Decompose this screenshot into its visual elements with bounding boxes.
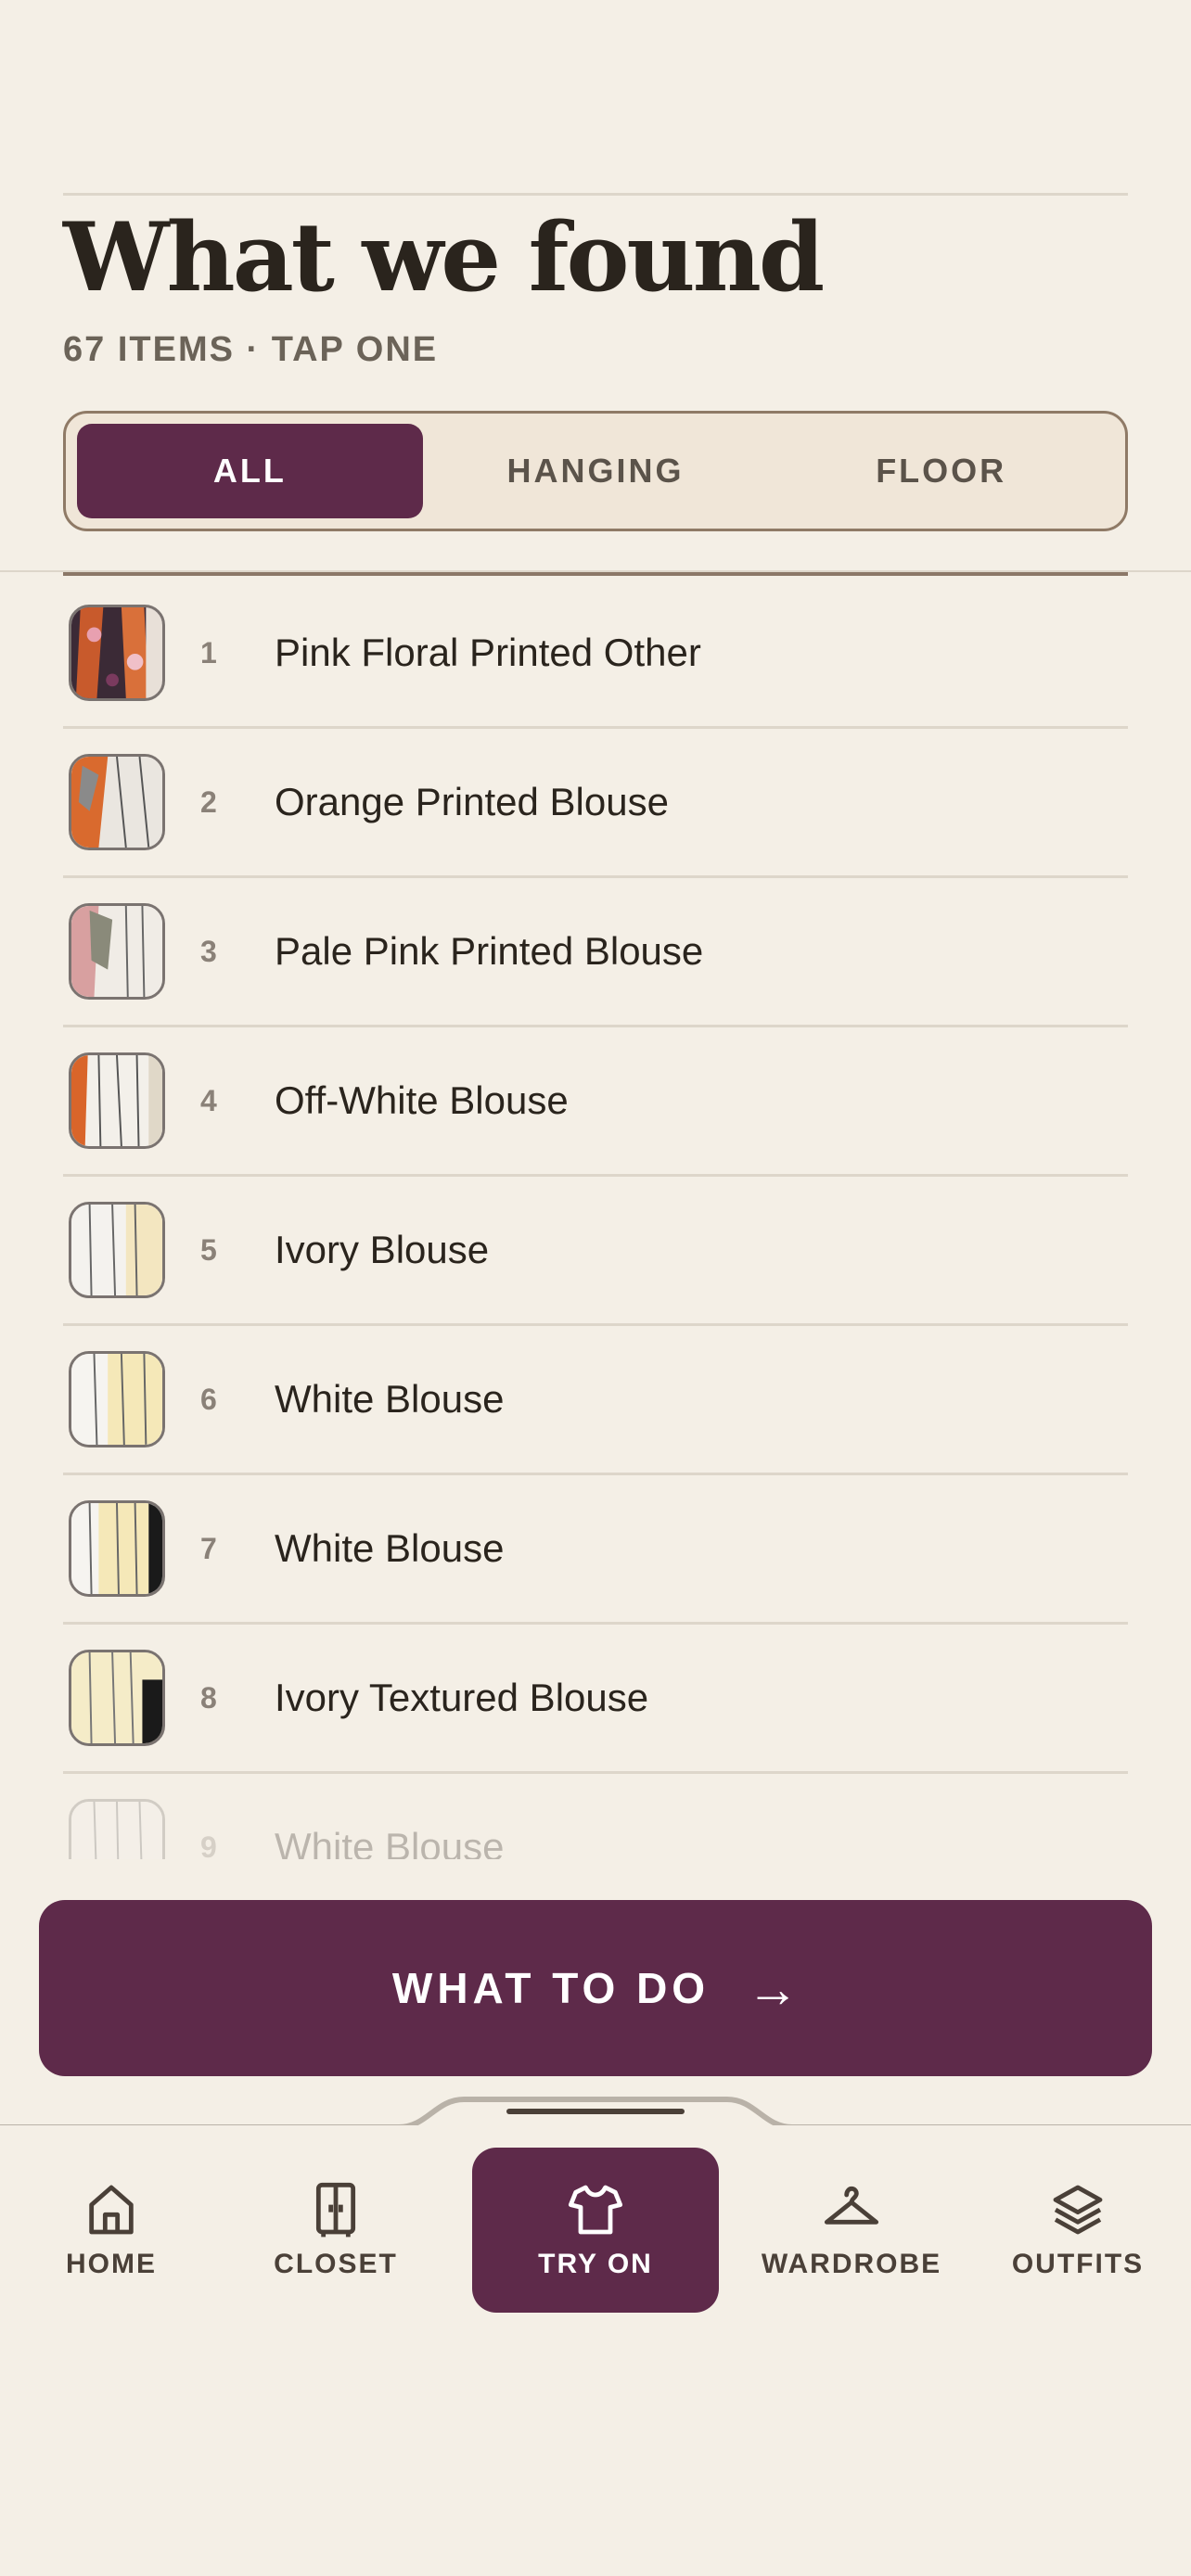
item-name: Pale Pink Printed Blouse <box>275 929 704 973</box>
item-number: 3 <box>200 934 217 968</box>
list-top-border <box>63 572 1128 576</box>
item-number: 4 <box>200 1083 217 1117</box>
item-number: 7 <box>200 1531 217 1565</box>
tab-label: WARDROBE <box>761 2249 942 2279</box>
item-thumbnail <box>69 605 165 701</box>
item-thumbnail <box>69 1351 165 1447</box>
tab-home[interactable]: HOME <box>37 2148 186 2313</box>
tshirt-icon <box>568 2185 623 2235</box>
item-number: 6 <box>200 1382 217 1416</box>
item-list: 1 Pink Floral Printed Other 2 Orange Pri… <box>63 580 1128 1859</box>
filter-floor-tab[interactable]: FLOOR <box>768 424 1114 518</box>
item-name: White Blouse <box>275 1377 505 1421</box>
item-thumbnail <box>69 754 165 850</box>
item-thumbnail <box>69 1052 165 1149</box>
item-thumbnail <box>69 1799 165 1859</box>
list-item[interactable]: 6 White Blouse <box>63 1326 1128 1475</box>
cta-label: WHAT TO DO <box>391 1964 711 2012</box>
item-name: White Blouse <box>275 1825 505 1859</box>
item-name: Pink Floral Printed Other <box>275 631 701 674</box>
item-number: 9 <box>200 1830 217 1860</box>
page-title: What we found <box>63 202 825 313</box>
what-to-do-button[interactable]: WHAT TO DO → <box>39 1900 1152 2076</box>
layers-icon <box>1053 2185 1103 2235</box>
item-name: Orange Printed Blouse <box>275 780 669 823</box>
tab-closet[interactable]: CLOSET <box>252 2148 419 2313</box>
tab-outfits[interactable]: OUTFITS <box>1002 2148 1154 2313</box>
item-thumbnail <box>69 1500 165 1597</box>
filter-hanging-tab[interactable]: HANGING <box>423 424 769 518</box>
list-item[interactable]: 9 White Blouse <box>63 1774 1128 1859</box>
tab-label: HOME <box>66 2249 157 2279</box>
list-item[interactable]: 5 Ivory Blouse <box>63 1177 1128 1326</box>
tab-try-on[interactable]: TRY ON <box>472 2148 719 2313</box>
tab-label: OUTFITS <box>1011 2249 1145 2279</box>
item-name: Ivory Textured Blouse <box>275 1676 649 1719</box>
hanger-icon <box>824 2186 879 2225</box>
item-count-subtitle: 67 ITEMS · TAP ONE <box>63 330 439 369</box>
list-item[interactable]: 1 Pink Floral Printed Other <box>63 580 1128 729</box>
arrow-right-icon: → <box>747 1958 800 2018</box>
item-name: Off-White Blouse <box>275 1078 569 1122</box>
tab-label: TRY ON <box>538 2249 653 2279</box>
list-item[interactable]: 7 White Blouse <box>63 1475 1128 1625</box>
item-thumbnail <box>69 1202 165 1298</box>
top-divider <box>63 193 1128 196</box>
item-number: 1 <box>200 635 217 670</box>
closet-icon <box>315 2182 356 2238</box>
filter-segmented-control: ALL HANGING FLOOR <box>63 411 1128 531</box>
list-item[interactable]: 8 Ivory Textured Blouse <box>63 1625 1128 1774</box>
drag-handle[interactable] <box>506 2109 685 2114</box>
tab-wardrobe[interactable]: WARDROBE <box>748 2148 955 2313</box>
list-item[interactable]: 2 Orange Printed Blouse <box>63 729 1128 878</box>
item-thumbnail <box>69 903 165 1000</box>
item-name: White Blouse <box>275 1526 505 1570</box>
item-thumbnail <box>69 1650 165 1746</box>
list-item[interactable]: 3 Pale Pink Printed Blouse <box>63 878 1128 1027</box>
list-item[interactable]: 4 Off-White Blouse <box>63 1027 1128 1177</box>
item-name: Ivory Blouse <box>275 1228 490 1271</box>
item-number: 5 <box>200 1232 217 1267</box>
filter-all-tab[interactable]: ALL <box>77 424 423 518</box>
tab-label: CLOSET <box>274 2249 398 2279</box>
home-icon <box>89 2185 134 2235</box>
item-number: 8 <box>200 1680 217 1715</box>
item-number: 2 <box>200 784 217 819</box>
